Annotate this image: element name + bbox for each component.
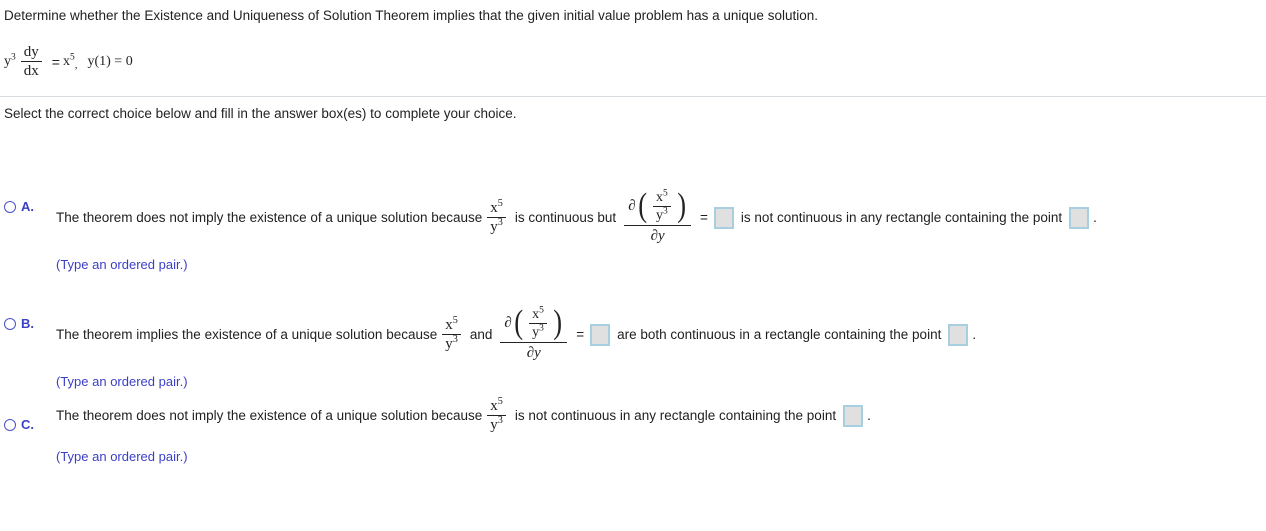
partial-derivative-a: ∂ ( x5 y3 ) ∂y (624, 187, 692, 245)
choice-b-text-1: The theorem implies the existence of a u… (56, 327, 438, 343)
instruction-text: Select the correct choice below and fill… (4, 106, 517, 121)
choice-b-letter: B. (21, 316, 34, 331)
radio-button-a[interactable] (4, 200, 16, 213)
partial-denominator: ∂y (500, 342, 568, 362)
choice-b-body: The theorem implies the existence of a u… (56, 304, 977, 390)
question-stem: Determine whether the Existence and Uniq… (4, 8, 818, 23)
fraction-denominator: y3 (652, 206, 671, 223)
inner-fraction: x5 y3 (652, 188, 671, 223)
equation-rhs: x5 (62, 52, 75, 69)
choice-b-statement: The theorem implies the existence of a u… (56, 304, 977, 362)
fraction-numerator: x5 (655, 188, 668, 205)
choice-b-equals: = (576, 327, 585, 343)
fraction-numerator: x5 (532, 305, 544, 322)
equation-lhs-variable: y3 (4, 52, 16, 69)
equation-comma: , (74, 58, 78, 71)
choice-a-radio-group[interactable]: A. (4, 199, 34, 214)
partial-derivative-b: ∂ ( x5 y3 ) ∂y (500, 304, 568, 362)
choice-b-note: (Type an ordered pair.) (56, 374, 188, 390)
function-fraction-b: x5 y3 (442, 314, 461, 352)
choice-b-period: . (972, 327, 977, 343)
paren-group: ( x5 y3 ) (637, 187, 687, 225)
given-equation: y3 dy dx = x5 , y(1) = 0 (4, 44, 133, 79)
fraction-denominator: y3 (442, 334, 461, 352)
function-fraction-c: x5 y3 (487, 396, 506, 433)
choice-a-letter: A. (21, 199, 34, 214)
choice-c-text-2: is not continuous in any rectangle conta… (514, 408, 837, 424)
choice-b-text-3: are both continuous in a rectangle conta… (617, 327, 942, 343)
section-divider (0, 96, 1266, 97)
choice-a-note: (Type an ordered pair.) (56, 257, 188, 273)
choice-c-radio-group[interactable]: C. (4, 417, 34, 432)
equation-equals-sign: = (51, 53, 60, 70)
choice-c-note: (Type an ordered pair.) (56, 449, 188, 465)
choice-c-text-1: The theorem does not imply the existence… (56, 408, 483, 424)
derivative-numerator: dy (23, 44, 39, 60)
radio-button-b[interactable] (4, 317, 16, 330)
answer-box-c-1[interactable] (843, 404, 864, 427)
initial-condition: y(1) = 0 (87, 53, 133, 69)
radio-button-c[interactable] (4, 418, 16, 431)
function-fraction-a: x5 y3 (487, 197, 506, 235)
choice-a-equals: = (700, 210, 708, 226)
fraction-denominator: y3 (487, 415, 506, 433)
choice-a-text-3: is not continuous in any rectangle conta… (740, 210, 1063, 226)
derivative-fraction: dy dx (20, 44, 42, 79)
choice-b-text-2: and (469, 327, 493, 343)
answer-box-b-2[interactable] (948, 323, 969, 346)
fraction-denominator: y3 (487, 217, 506, 235)
paren-open: ( (514, 304, 523, 342)
partial-symbol-icon: ∂ (504, 315, 512, 332)
derivative-denominator: dx (20, 61, 42, 79)
partial-numerator: ∂ ( x5 y3 ) (624, 187, 691, 225)
paren-group: ( x5 y3 ) (513, 304, 563, 342)
choice-a-text-2: is continuous but (514, 210, 617, 226)
choice-c-statement: The theorem does not imply the existence… (56, 396, 871, 433)
paren-close: ) (676, 187, 686, 225)
fraction-numerator: x5 (490, 197, 503, 216)
partial-denominator: ∂y (624, 225, 692, 245)
choice-a-statement: The theorem does not imply the existence… (56, 187, 1097, 245)
paren-close: ) (553, 304, 562, 342)
choice-a-period: . (1093, 210, 1097, 226)
answer-box-a-1[interactable] (713, 206, 734, 229)
answer-box-b-1[interactable] (590, 323, 611, 346)
choice-b-radio-group[interactable]: B. (4, 316, 34, 331)
answer-box-a-2[interactable] (1069, 206, 1090, 229)
inner-fraction: x5 y3 (529, 305, 547, 340)
choice-c-period: . (867, 408, 871, 424)
partial-numerator: ∂ ( x5 y3 ) (500, 304, 567, 342)
partial-symbol-icon: ∂ (628, 198, 636, 215)
paren-open: ( (637, 187, 647, 225)
choice-c-body: The theorem does not imply the existence… (56, 396, 871, 465)
choice-a-text-1: The theorem does not imply the existence… (56, 210, 483, 226)
choice-a-body: The theorem does not imply the existence… (56, 187, 1097, 273)
fraction-numerator: x5 (490, 396, 503, 414)
fraction-denominator: y3 (529, 323, 547, 340)
choice-c-letter: C. (21, 417, 34, 432)
fraction-numerator: x5 (445, 314, 458, 333)
